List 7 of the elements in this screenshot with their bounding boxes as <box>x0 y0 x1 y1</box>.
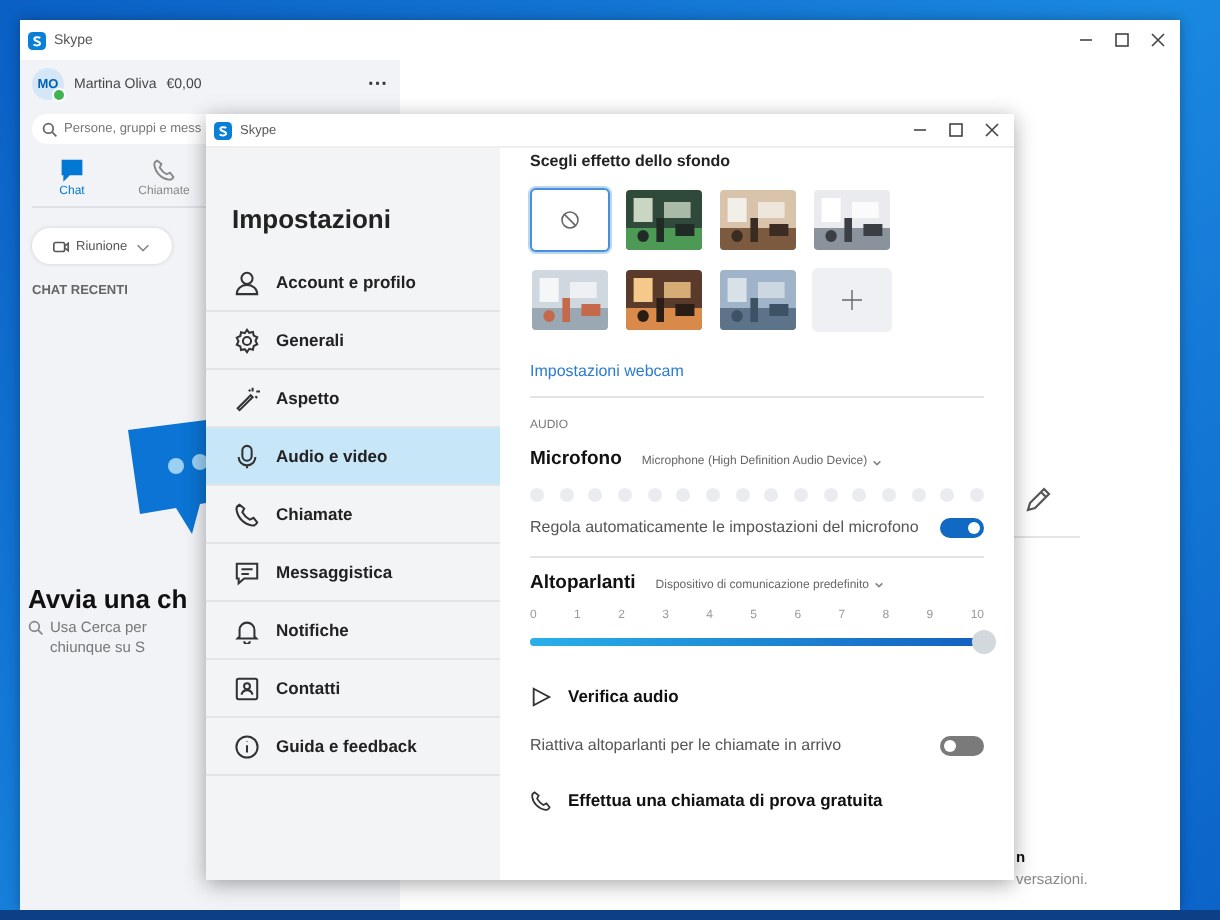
setting-label: Regola automaticamente le impostazioni del microfono <box>530 518 919 540</box>
section-title: Scegli effetto dello sfondo <box>530 152 733 170</box>
speakers-label: Altoparlanti <box>530 571 636 594</box>
microphone-label: Microfono <box>530 448 622 470</box>
setting-label: Riattiva altoparlanti per le chiamate in arrivo <box>530 735 842 758</box>
settings-heading: Impostazioni <box>232 204 393 234</box>
empty-state-title: Avvia una ch <box>28 584 188 614</box>
